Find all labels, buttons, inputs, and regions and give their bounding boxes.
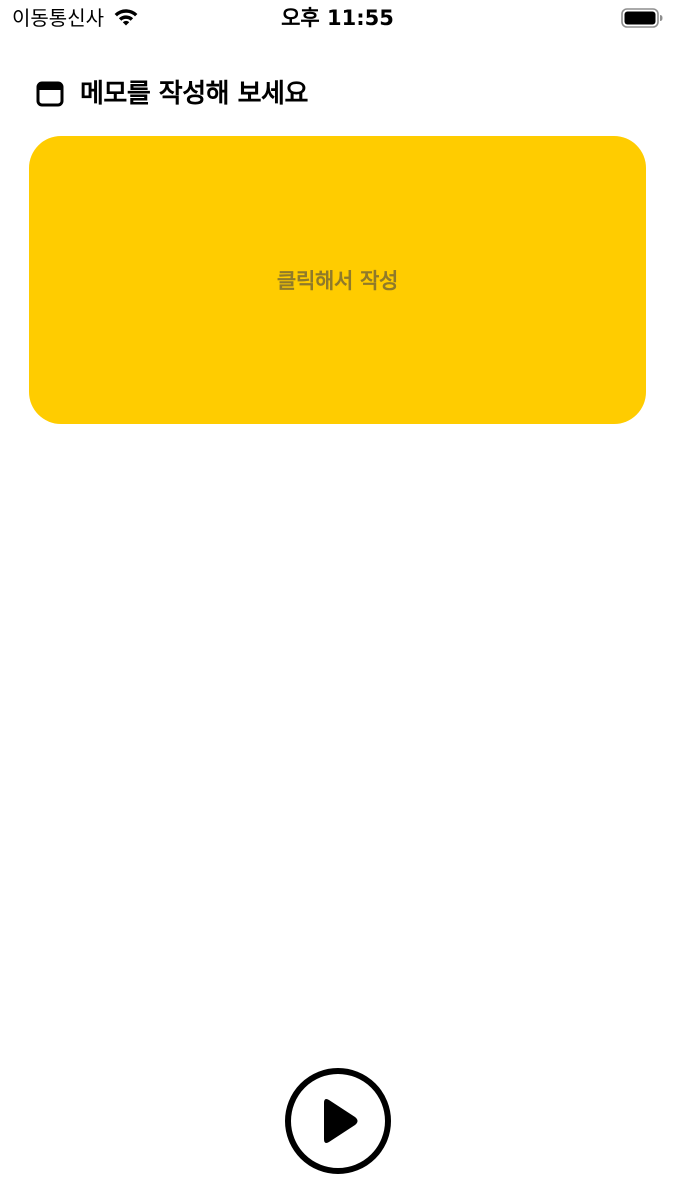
window-icon bbox=[36, 81, 64, 107]
memo-placeholder: 클릭해서 작성 bbox=[276, 269, 399, 293]
battery-icon bbox=[621, 8, 663, 28]
header: 메모를 작성해 보세요 bbox=[36, 76, 308, 112]
status-bar: 이동통신사 오후 11:55 bbox=[0, 0, 675, 38]
play-button[interactable] bbox=[284, 1067, 392, 1175]
page-title: 메모를 작성해 보세요 bbox=[80, 79, 308, 109]
status-time: 오후 11:55 bbox=[281, 6, 394, 30]
screen: 이동통신사 오후 11:55 메모를 작성해 보세요 클릭해서 작성 bbox=[0, 0, 675, 1200]
memo-card[interactable]: 클릭해서 작성 bbox=[29, 136, 646, 424]
